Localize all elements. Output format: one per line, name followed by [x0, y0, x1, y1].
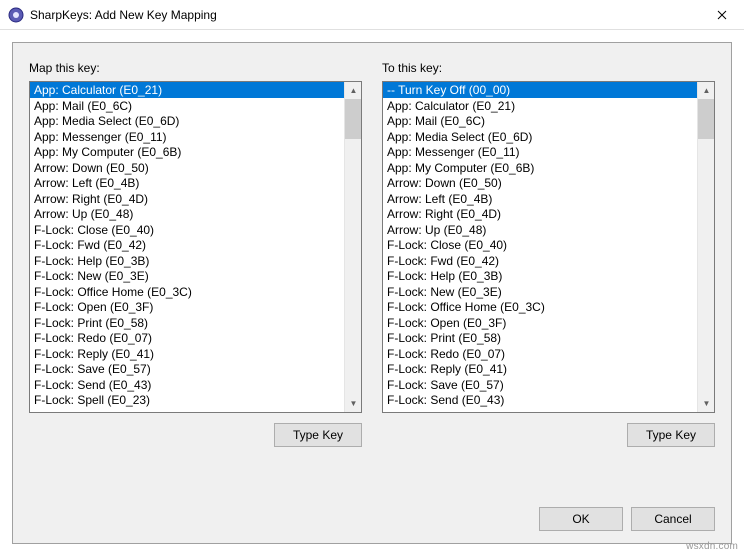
map-this-key-column: Map this key: App: Calculator (E0_21)App… [29, 61, 362, 447]
list-item[interactable]: F-Lock: New (E0_3E) [383, 284, 697, 300]
scrollbar[interactable]: ▲ ▼ [697, 82, 714, 412]
list-item[interactable]: App: Calculator (E0_21) [383, 98, 697, 114]
list-item[interactable]: F-Lock: Fwd (E0_42) [383, 253, 697, 269]
list-item[interactable]: App: Mail (E0_6C) [30, 98, 344, 114]
list-item[interactable]: App: Messenger (E0_11) [30, 129, 344, 145]
list-item[interactable]: F-Lock: Redo (E0_07) [383, 346, 697, 362]
scroll-down-icon[interactable]: ▼ [345, 395, 362, 412]
type-key-button-right[interactable]: Type Key [627, 423, 715, 447]
list-item[interactable]: Arrow: Up (E0_48) [30, 206, 344, 222]
map-this-key-listbox[interactable]: App: Calculator (E0_21)App: Mail (E0_6C)… [29, 81, 362, 413]
list-item[interactable]: Arrow: Right (E0_4D) [30, 191, 344, 207]
list-item[interactable]: App: My Computer (E0_6B) [30, 144, 344, 160]
watermark: wsxdn.com [686, 541, 738, 552]
list-item[interactable]: Arrow: Left (E0_4B) [383, 191, 697, 207]
window-title: SharpKeys: Add New Key Mapping [30, 8, 217, 22]
app-icon [8, 7, 24, 23]
list-item[interactable]: App: Media Select (E0_6D) [30, 113, 344, 129]
ok-button[interactable]: OK [539, 507, 623, 531]
scroll-thumb[interactable] [698, 99, 715, 139]
list-item[interactable]: F-Lock: Open (E0_3F) [30, 299, 344, 315]
list-item[interactable]: F-Lock: Office Home (E0_3C) [383, 299, 697, 315]
list-item[interactable]: App: Calculator (E0_21) [30, 82, 344, 98]
list-item[interactable]: F-Lock: New (E0_3E) [30, 268, 344, 284]
list-item[interactable]: App: Messenger (E0_11) [383, 144, 697, 160]
cancel-button[interactable]: Cancel [631, 507, 715, 531]
type-key-button-left[interactable]: Type Key [274, 423, 362, 447]
list-item[interactable]: F-Lock: Reply (E0_41) [383, 361, 697, 377]
list-item[interactable]: F-Lock: Print (E0_58) [30, 315, 344, 331]
scroll-thumb[interactable] [345, 99, 362, 139]
list-item[interactable]: F-Lock: Send (E0_43) [383, 392, 697, 408]
list-item[interactable]: Arrow: Right (E0_4D) [383, 206, 697, 222]
dialog-body: Map this key: App: Calculator (E0_21)App… [0, 30, 744, 556]
to-this-key-label: To this key: [382, 61, 715, 75]
list-item[interactable]: F-Lock: Office Home (E0_3C) [30, 284, 344, 300]
list-item[interactable]: App: Media Select (E0_6D) [383, 129, 697, 145]
list-item[interactable]: F-Lock: Save (E0_57) [30, 361, 344, 377]
to-this-key-column: To this key: -- Turn Key Off (00_00)App:… [382, 61, 715, 447]
list-item[interactable]: Arrow: Down (E0_50) [30, 160, 344, 176]
close-button[interactable] [699, 0, 744, 30]
scroll-down-icon[interactable]: ▼ [698, 395, 715, 412]
list-item[interactable]: F-Lock: Send (E0_43) [30, 377, 344, 393]
list-item[interactable]: F-Lock: Help (E0_3B) [30, 253, 344, 269]
list-item[interactable]: F-Lock: Reply (E0_41) [30, 346, 344, 362]
list-item[interactable]: F-Lock: Redo (E0_07) [30, 330, 344, 346]
scrollbar[interactable]: ▲ ▼ [344, 82, 361, 412]
to-this-key-listbox[interactable]: -- Turn Key Off (00_00)App: Calculator (… [382, 81, 715, 413]
list-item[interactable]: F-Lock: Spell (E0_23) [30, 392, 344, 408]
list-item[interactable]: Arrow: Left (E0_4B) [30, 175, 344, 191]
list-item[interactable]: F-Lock: Open (E0_3F) [383, 315, 697, 331]
list-item[interactable]: F-Lock: Help (E0_3B) [383, 268, 697, 284]
list-item[interactable]: F-Lock: Save (E0_57) [383, 377, 697, 393]
list-item[interactable]: App: My Computer (E0_6B) [383, 160, 697, 176]
list-item[interactable]: F-Lock: Close (E0_40) [383, 237, 697, 253]
list-item[interactable]: Arrow: Up (E0_48) [383, 222, 697, 238]
titlebar: SharpKeys: Add New Key Mapping [0, 0, 744, 30]
list-item[interactable]: F-Lock: Print (E0_58) [383, 330, 697, 346]
content-panel: Map this key: App: Calculator (E0_21)App… [12, 42, 732, 544]
list-item[interactable]: App: Mail (E0_6C) [383, 113, 697, 129]
list-item[interactable]: F-Lock: Close (E0_40) [30, 222, 344, 238]
scroll-up-icon[interactable]: ▲ [698, 82, 715, 99]
list-item[interactable]: -- Turn Key Off (00_00) [383, 82, 697, 98]
scroll-up-icon[interactable]: ▲ [345, 82, 362, 99]
dialog-footer: OK Cancel [539, 507, 715, 531]
map-this-key-label: Map this key: [29, 61, 362, 75]
list-item[interactable]: Arrow: Down (E0_50) [383, 175, 697, 191]
list-item[interactable]: F-Lock: Fwd (E0_42) [30, 237, 344, 253]
